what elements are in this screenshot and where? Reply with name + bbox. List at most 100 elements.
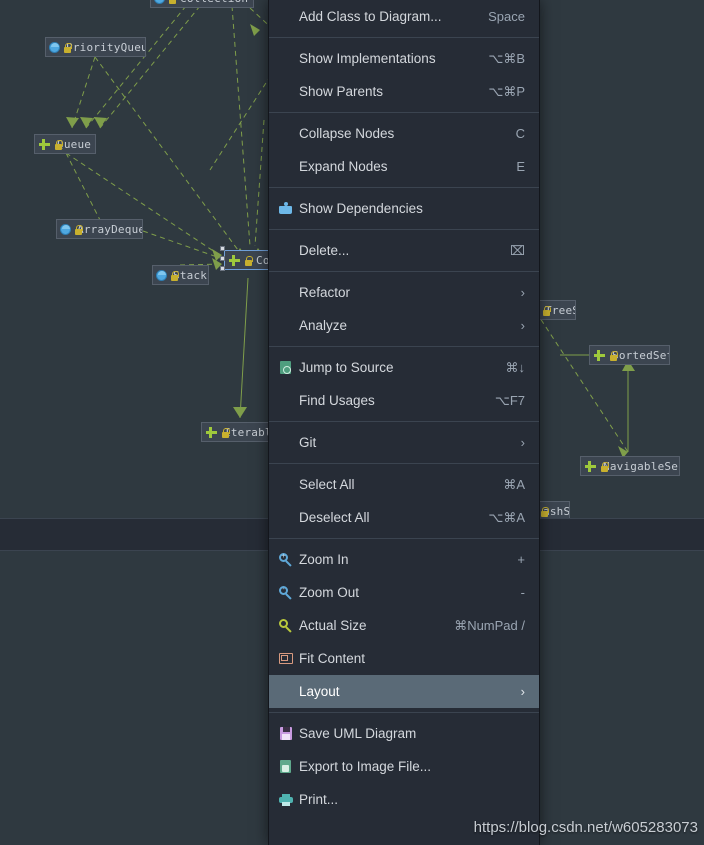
menu-item-label: Export to Image File... — [299, 759, 432, 774]
menu-item-label: Layout — [299, 684, 340, 699]
menu-item-shortcut: ⌧ — [510, 242, 525, 258]
menu-item-find-usages[interactable]: Find Usages ⌥F7 — [269, 384, 539, 417]
screen: Collection PriorityQueu Queue ArrayDeque Sta… — [0, 0, 704, 845]
uml-node[interactable]: SortedSet — [589, 345, 670, 365]
menu-icon-placeholder — [277, 285, 295, 301]
menu-item-label: Print... — [299, 792, 339, 807]
menu-item-shortcut: ⌥⌘B — [488, 50, 525, 66]
uml-node[interactable]: PriorityQueu — [45, 37, 146, 57]
menu-item-label: Zoom In — [299, 552, 349, 567]
menu-item-shortcut: + — [517, 552, 525, 567]
uml-node[interactable]: NavigableSe — [580, 456, 680, 476]
menu-item-label: Actual Size — [299, 618, 367, 633]
interface-icon — [60, 224, 71, 235]
chevron-right-icon: › — [520, 318, 525, 333]
menu-item-expand-nodes[interactable]: Expand Nodes E — [269, 150, 539, 183]
menu-separator — [269, 712, 539, 713]
uml-node-label: Iterable — [224, 425, 272, 439]
menu-item-collapse-nodes[interactable]: Collapse Nodes C — [269, 117, 539, 150]
annotation-icon — [38, 138, 51, 151]
menu-item-shortcut: ⌘↓ — [505, 359, 526, 375]
menu-item-shortcut: C — [515, 126, 525, 141]
menu-item-label: Jump to Source — [299, 360, 394, 375]
menu-item-shortcut: ⌥⌘A — [488, 509, 525, 525]
dependencies-icon — [277, 201, 295, 217]
menu-item-zoom-in[interactable]: + Zoom In + — [269, 543, 539, 576]
interface-icon — [49, 42, 60, 53]
lock-icon — [244, 255, 253, 266]
zoom-in-icon: + — [277, 552, 295, 568]
selection-handle[interactable] — [220, 266, 225, 271]
menu-icon-placeholder — [277, 126, 295, 142]
menu-icon-placeholder — [277, 477, 295, 493]
uml-node[interactable]: Collection — [150, 0, 254, 8]
lock-icon — [168, 0, 177, 4]
menu-icon-placeholder — [277, 393, 295, 409]
menu-icon-placeholder — [277, 318, 295, 334]
menu-item-label: Collapse Nodes — [299, 126, 395, 141]
menu-item-actual-size[interactable]: Actual Size ⌘NumPad / — [269, 609, 539, 642]
menu-item-show-parents[interactable]: Show Parents ⌥⌘P — [269, 75, 539, 108]
annotation-icon — [205, 426, 218, 439]
menu-item-label: Show Parents — [299, 84, 384, 99]
uml-node[interactable]: ArrayDeque — [56, 219, 143, 239]
menu-item-label: Deselect All — [299, 510, 370, 525]
export-icon — [277, 759, 295, 775]
fit-content-icon — [277, 651, 295, 667]
menu-item-label: Delete... — [299, 243, 350, 258]
menu-icon-placeholder — [277, 435, 295, 451]
menu-icon-placeholder — [277, 510, 295, 526]
menu-item-add-class-to-diagram[interactable]: Add Class to Diagram... Space — [269, 0, 539, 33]
jump-to-source-icon — [277, 360, 295, 376]
menu-item-show-implementations[interactable]: Show Implementations ⌥⌘B — [269, 42, 539, 75]
menu-separator — [269, 37, 539, 38]
uml-node-label: NavigableSe — [603, 459, 679, 473]
zoom-out-icon: - — [277, 585, 295, 601]
menu-item-shortcut: ⌥⌘P — [488, 83, 525, 99]
selection-handle[interactable] — [220, 256, 225, 261]
menu-separator — [269, 271, 539, 272]
uml-node-label: PriorityQueu — [66, 40, 146, 54]
diagram-context-menu[interactable]: Add Class to Diagram... Space Show Impleme… — [268, 0, 540, 845]
menu-item-jump-to-source[interactable]: Jump to Source ⌘↓ — [269, 351, 539, 384]
menu-separator — [269, 229, 539, 230]
menu-item-print[interactable]: Print... — [269, 783, 539, 816]
menu-item-layout[interactable]: Layout › — [269, 675, 539, 708]
menu-separator — [269, 421, 539, 422]
menu-item-label: Find Usages — [299, 393, 375, 408]
uml-node-label: ArrayDeque — [77, 222, 143, 236]
interface-icon — [156, 270, 167, 281]
menu-separator — [269, 538, 539, 539]
menu-icon-placeholder — [277, 84, 295, 100]
menu-icon-placeholder — [277, 9, 295, 25]
uml-node[interactable]: Iterable — [201, 422, 273, 442]
menu-item-fit-content[interactable]: Fit Content — [269, 642, 539, 675]
menu-item-analyze[interactable]: Analyze › — [269, 309, 539, 342]
menu-item-show-dependencies[interactable]: Show Dependencies — [269, 192, 539, 225]
menu-separator — [269, 112, 539, 113]
menu-item-save-uml-diagram[interactable]: Save UML Diagram — [269, 717, 539, 750]
menu-item-zoom-out[interactable]: - Zoom Out - — [269, 576, 539, 609]
menu-icon-placeholder — [277, 159, 295, 175]
menu-item-git[interactable]: Git › — [269, 426, 539, 459]
uml-node[interactable]: Queue — [34, 134, 96, 154]
uml-node-label: SortedSet — [612, 348, 670, 362]
chevron-right-icon: › — [520, 285, 525, 300]
uml-node[interactable]: Stack — [152, 265, 209, 285]
menu-item-delete[interactable]: Delete... ⌧ — [269, 234, 539, 267]
menu-item-shortcut: Space — [488, 9, 525, 24]
menu-separator — [269, 187, 539, 188]
menu-item-refactor[interactable]: Refactor › — [269, 276, 539, 309]
menu-item-label: Expand Nodes — [299, 159, 388, 174]
menu-item-shortcut: E — [516, 159, 525, 174]
menu-item-select-all[interactable]: Select All ⌘A — [269, 468, 539, 501]
menu-item-export-to-image-file[interactable]: Export to Image File... — [269, 750, 539, 783]
selection-handle[interactable] — [220, 246, 225, 251]
menu-item-deselect-all[interactable]: Deselect All ⌥⌘A — [269, 501, 539, 534]
menu-item-label: Zoom Out — [299, 585, 360, 600]
interface-icon — [154, 0, 165, 4]
chevron-right-icon: › — [520, 684, 525, 699]
menu-item-label: Fit Content — [299, 651, 366, 666]
menu-item-label: Select All — [299, 477, 355, 492]
annotation-icon — [228, 254, 241, 267]
